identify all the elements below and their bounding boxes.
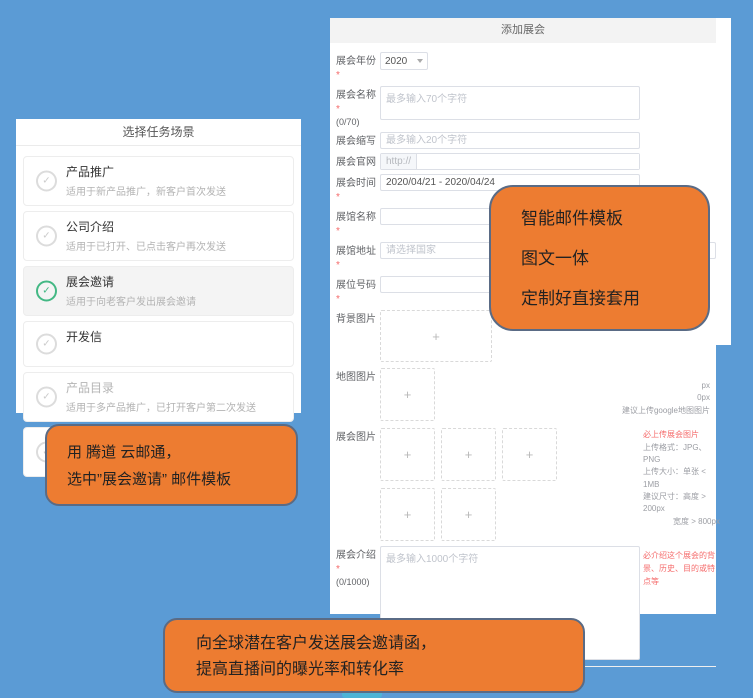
scenario-subtitle: 适用于向老客户发出展会邀请	[66, 293, 285, 308]
label-map-image: 地图图片	[336, 368, 380, 421]
callout-line: 提高直播间的曝光率和转化率	[196, 657, 583, 683]
callout-use-template: 用 腾道 云邮通， 选中”展会邀请” 邮件模板	[45, 424, 298, 506]
exhibition-image-upload[interactable]: +	[441, 428, 496, 481]
label-exhibition-year: 展会年份 *	[336, 52, 380, 82]
label-text: 展馆名称	[336, 212, 376, 223]
map-image-upload[interactable]: +	[380, 368, 435, 421]
callout-line: 用 腾道 云邮通，	[67, 439, 296, 466]
required-mark: *	[336, 260, 340, 271]
scenario-title: 开发信	[66, 328, 285, 345]
exhibition-image-upload[interactable]: +	[380, 428, 435, 481]
label-text: 展会名称	[336, 90, 376, 101]
label-text: 展会介绍	[336, 550, 376, 561]
label-venue-name: 展馆名称 *	[336, 208, 380, 238]
row-exhibition-images: 展会图片 + + + + + 必上传展会图片 上传格式：JPG、PNG 上传大小…	[336, 428, 716, 541]
exhibition-images-hint: 必上传展会图片 上传格式：JPG、PNG 上传大小：单张 < 1MB 建议尺寸：…	[643, 429, 721, 528]
plus-icon: +	[404, 507, 412, 522]
label-exhibition-website: 展会官网	[336, 153, 380, 170]
char-counter: (0/1000)	[336, 576, 380, 588]
plus-icon: +	[526, 447, 534, 462]
map-image-hint: px 0px 建议上传google地图图片	[620, 380, 710, 417]
scenario-panel-title: 选择任务场景	[16, 119, 301, 146]
scenario-subtitle: 适用于已打开、已点击客户再次发送	[66, 238, 285, 253]
callout-smart-template: 智能邮件模板 图文一体 定制好直接套用	[489, 185, 710, 331]
required-mark: *	[336, 226, 340, 237]
callout-line: 图文一体	[521, 244, 696, 269]
chevron-down-icon	[417, 59, 423, 63]
form-body: 展会年份 * 2020 展会名称 * (0/70) 展会缩写 展会官网	[330, 43, 716, 698]
row-exhibition-name: 展会名称 * (0/70)	[336, 86, 716, 128]
required-mark: *	[336, 70, 340, 81]
url-prefix: http://	[381, 154, 417, 169]
exhibition-year-select[interactable]: 2020	[380, 52, 428, 70]
row-exhibition-abbr: 展会缩写	[336, 132, 716, 149]
scenario-item-product-catalog[interactable]: ✓ 产品目录 适用于多产品推广，已打开客户第二次发送	[23, 372, 294, 422]
label-booth-number: 展位号码 *	[336, 276, 380, 306]
required-mark: *	[336, 294, 340, 305]
label-background-image: 背景图片	[336, 310, 380, 362]
required-mark: *	[336, 564, 340, 575]
scenario-item-exhibition-invite[interactable]: ✓ 展会邀请 适用于向老客户发出展会邀请	[23, 266, 294, 316]
required-mark: *	[336, 104, 340, 115]
plus-icon: +	[404, 387, 412, 402]
scenario-subtitle: 适用于多产品推广，已打开客户第二次发送	[66, 399, 285, 414]
check-icon-selected: ✓	[36, 281, 57, 302]
scenario-title: 产品推广	[66, 163, 285, 180]
exhibition-image-upload[interactable]: +	[380, 488, 435, 541]
label-venue-address: 展馆地址 *	[336, 242, 380, 272]
callout-line: 选中”展会邀请” 邮件模板	[67, 466, 296, 493]
background-image-upload[interactable]: +	[380, 310, 492, 362]
label-text: 展会时间	[336, 178, 376, 189]
scenario-subtitle	[66, 348, 285, 359]
row-exhibition-website: 展会官网 http://	[336, 153, 716, 170]
label-text: 展位号码	[336, 280, 376, 291]
plus-icon: +	[465, 507, 473, 522]
exhibition-image-upload[interactable]: +	[441, 488, 496, 541]
callout-line: 定制好直接套用	[521, 284, 696, 309]
check-icon: ✓	[36, 334, 57, 355]
exhibition-intro-hint: 必介绍这个展会的背景、历史、目的或特点等	[643, 550, 719, 588]
exhibition-name-input[interactable]	[380, 86, 640, 120]
scenario-item-product-promotion[interactable]: ✓ 产品推广 适用于新产品推广，新客户首次发送	[23, 156, 294, 206]
scenario-subtitle: 适用于新产品推广，新客户首次发送	[66, 183, 285, 198]
scenario-panel: 选择任务场景 ✓ 产品推广 适用于新产品推广，新客户首次发送 ✓ 公司介绍 适用…	[16, 119, 301, 413]
check-icon: ✓	[36, 171, 57, 192]
row-map-image: 地图图片 + px 0px 建议上传google地图图片	[336, 368, 716, 421]
char-counter: (0/70)	[336, 116, 380, 128]
label-text: 展馆地址	[336, 246, 376, 257]
panel-edge	[716, 18, 731, 345]
exhibition-abbr-input[interactable]	[380, 132, 640, 149]
required-mark: *	[336, 192, 340, 203]
check-icon: ✓	[36, 387, 57, 408]
callout-send-invitation: 向全球潜在客户发送展会邀请函， 提高直播间的曝光率和转化率	[163, 618, 585, 693]
label-exhibition-name: 展会名称 * (0/70)	[336, 86, 380, 128]
scenario-title: 产品目录	[66, 379, 285, 396]
callout-line: 智能邮件模板	[521, 204, 696, 229]
label-exhibition-abbr: 展会缩写	[336, 132, 380, 149]
exhibition-website-input[interactable]	[417, 154, 639, 169]
label-exhibition-time: 展会时间 *	[336, 174, 380, 204]
scenario-item-company-intro[interactable]: ✓ 公司介绍 适用于已打开、已点击客户再次发送	[23, 211, 294, 261]
scenario-title: 公司介绍	[66, 218, 285, 235]
label-text: 展会年份	[336, 56, 376, 67]
exhibition-website-field: http://	[380, 153, 640, 170]
scenario-title: 展会邀请	[66, 273, 285, 290]
exhibition-year-value: 2020	[385, 56, 407, 67]
plus-icon: +	[432, 329, 440, 344]
callout-line: 向全球潜在客户发送展会邀请函，	[196, 631, 583, 657]
plus-icon: +	[465, 447, 473, 462]
exhibition-image-upload[interactable]: +	[502, 428, 557, 481]
plus-icon: +	[404, 447, 412, 462]
row-exhibition-year: 展会年份 * 2020	[336, 52, 716, 82]
scenario-item-development-letter[interactable]: ✓ 开发信	[23, 321, 294, 367]
form-title: 添加展会	[330, 18, 716, 43]
label-exhibition-images: 展会图片	[336, 428, 380, 541]
check-icon: ✓	[36, 226, 57, 247]
exhibition-images-gallery: + + + + +	[380, 428, 570, 541]
